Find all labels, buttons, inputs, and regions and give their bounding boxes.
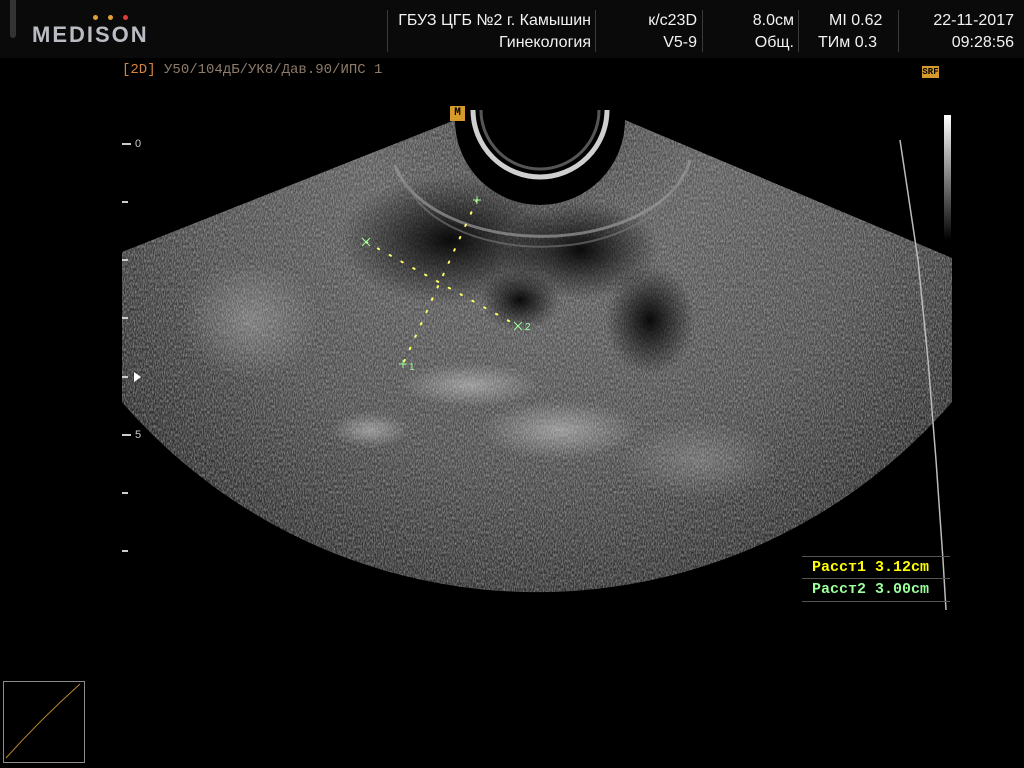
depth-label-0: 0 <box>135 138 141 150</box>
measurement-result-2: Расст2 3.00cm <box>802 578 950 602</box>
caliper-1-label: 1 <box>409 362 415 373</box>
depth-label-5: 5 <box>135 429 141 441</box>
gamma-curve-box <box>3 681 85 763</box>
caliper-2-label: 2 <box>525 322 531 333</box>
measurement-2-text: Расст2 3.00cm <box>812 581 930 598</box>
ultrasound-image[interactable]: 0 5 1 2 <box>0 0 1024 768</box>
srf-indicator: SRF <box>922 66 939 78</box>
grayscale-bar <box>944 115 951 240</box>
orientation-marker: M <box>450 106 465 121</box>
measurement-result-1: Расст1 3.12cm <box>802 556 950 579</box>
measurement-1-text: Расст1 3.12cm <box>812 559 930 576</box>
